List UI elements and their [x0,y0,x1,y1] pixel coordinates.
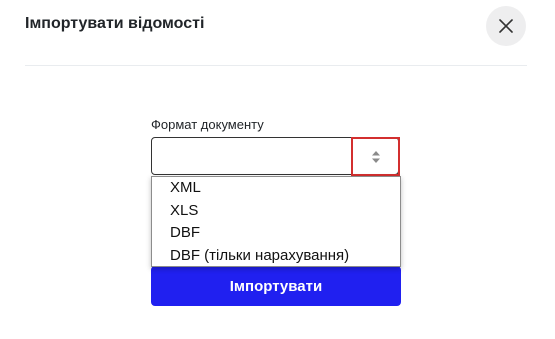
modal-title: Імпортувати відомості [25,15,205,32]
option-xml[interactable]: XML [152,177,400,200]
format-select-toggle[interactable] [351,137,400,176]
import-modal: Імпортувати відомості Формат документу X… [0,0,555,339]
import-button[interactable]: Імпортувати [151,266,401,306]
header-divider [25,65,527,66]
close-button[interactable] [486,6,526,46]
option-dbf[interactable]: DBF [152,222,400,245]
format-label: Формат документу [151,117,264,132]
format-dropdown-list: XML XLS DBF DBF (тільки нарахування) [151,176,401,267]
sort-arrows-icon [371,150,380,163]
option-xls[interactable]: XLS [152,200,400,223]
option-dbf-accruals-only[interactable]: DBF (тільки нарахування) [152,245,400,268]
close-icon [499,19,513,33]
